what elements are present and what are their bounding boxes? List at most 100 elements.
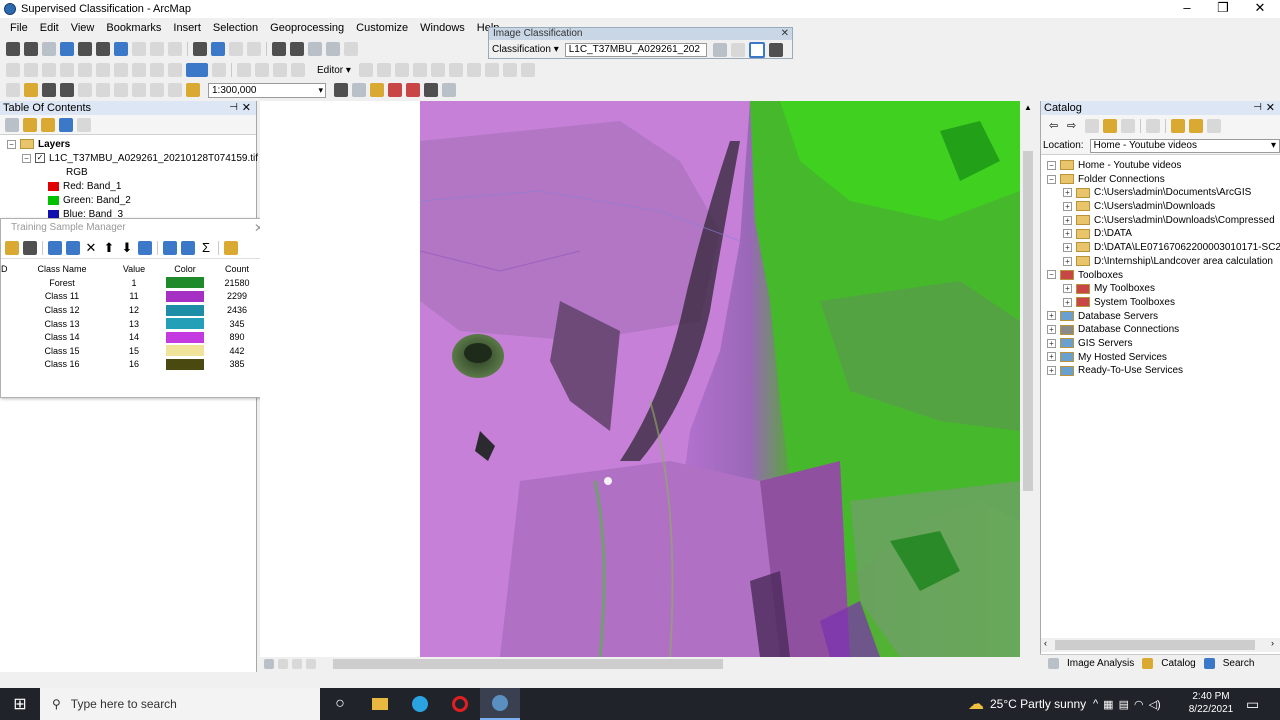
tab-catalog[interactable]: Catalog (1140, 658, 1196, 669)
fixed-zoom-out-icon[interactable] (96, 42, 110, 56)
find-icon[interactable] (272, 42, 286, 56)
expand-icon[interactable]: + (1047, 352, 1056, 362)
copy-icon[interactable] (96, 83, 110, 97)
expand-icon[interactable]: + (1063, 201, 1072, 211)
connect-folder-icon[interactable] (1171, 119, 1185, 133)
menu-file[interactable]: File (4, 22, 34, 34)
map-scale-input[interactable]: 1:300,000 (208, 82, 326, 98)
data-view-icon[interactable] (264, 659, 274, 669)
notifications-icon[interactable]: ▭ (1246, 696, 1259, 713)
catalog-item[interactable]: + My Toolboxes (1041, 282, 1280, 296)
menu-customize[interactable]: Customize (350, 22, 414, 34)
back-extent-icon[interactable] (114, 42, 128, 56)
reset-class-values-icon[interactable] (138, 240, 152, 255)
back-icon[interactable]: ⇦ (1049, 119, 1063, 133)
training-sample-row[interactable]: Class 16 16 385 (1, 358, 263, 372)
expand-icon[interactable]: + (1047, 325, 1056, 335)
merge-classes-icon[interactable] (48, 240, 62, 255)
statistics-icon[interactable]: Σ (199, 241, 213, 255)
measure-icon[interactable] (247, 42, 261, 56)
move-up-icon[interactable]: ⬆ (102, 241, 116, 255)
weather-icon[interactable]: ☁ (968, 694, 984, 714)
layout-view-icon[interactable] (278, 659, 288, 669)
pin-icon[interactable]: ⊣ (229, 101, 238, 115)
location-dropdown[interactable]: Home - Youtube videos (1089, 138, 1280, 153)
select-training-sample-icon[interactable] (768, 42, 783, 57)
save-training-samples-icon[interactable] (23, 240, 37, 255)
close-icon[interactable]: ✕ (1266, 101, 1275, 115)
catalog-item[interactable]: − Toolboxes (1041, 269, 1280, 283)
expand-icon[interactable]: + (1063, 215, 1072, 225)
hyperlink-icon[interactable] (326, 42, 340, 56)
select-elements-icon[interactable] (150, 42, 164, 56)
histograms-icon[interactable] (730, 42, 745, 57)
catalog-item[interactable]: + Database Servers (1041, 310, 1280, 324)
expand-icon[interactable]: + (1063, 242, 1072, 252)
catalog-item[interactable]: − Folder Connections (1041, 173, 1280, 187)
paste-icon[interactable] (114, 83, 128, 97)
editor-toolbar-icon[interactable] (334, 83, 348, 97)
refresh-icon[interactable] (292, 659, 302, 669)
expand-icon[interactable]: − (1047, 270, 1056, 280)
training-sample-row[interactable]: Class 13 13 345 (1, 317, 263, 331)
expand-icon[interactable]: − (1047, 174, 1056, 184)
pan-icon[interactable] (42, 42, 56, 56)
zoom-out-icon[interactable] (24, 42, 38, 56)
minimize-button[interactable]: – (1169, 0, 1205, 16)
menu-geoprocessing[interactable]: Geoprocessing (264, 22, 350, 34)
identify-icon[interactable] (211, 42, 225, 56)
class-color-swatch[interactable] (166, 277, 204, 289)
weather-text[interactable]: 25°C Partly sunny (990, 697, 1086, 711)
cortana-icon[interactable]: ○ (320, 688, 360, 720)
class-color-swatch[interactable] (166, 318, 204, 330)
draw-polygon-icon[interactable] (748, 41, 765, 58)
delete-icon[interactable] (132, 83, 146, 97)
catalog-item[interactable]: + Database Connections (1041, 323, 1280, 337)
menu-windows[interactable]: Windows (414, 22, 471, 34)
map-vertical-scrollbar[interactable]: ▲ (1021, 101, 1035, 657)
class-color-swatch[interactable] (166, 331, 204, 343)
training-sample-row[interactable]: Class 15 15 442 (1, 344, 263, 358)
fixed-zoom-in-icon[interactable] (78, 42, 92, 56)
python-icon[interactable] (424, 83, 438, 97)
table-of-contents-icon[interactable] (352, 83, 366, 97)
satellite-image[interactable] (420, 101, 1020, 657)
network-icon[interactable]: ▦ (1103, 698, 1113, 711)
menu-insert[interactable]: Insert (167, 22, 207, 34)
list-by-drawing-order-icon[interactable] (5, 117, 19, 132)
catalog-item[interactable]: + C:\Users\admin\Documents\ArcGIS (1041, 186, 1280, 200)
menu-bookmarks[interactable]: Bookmarks (100, 22, 167, 34)
maximize-button[interactable]: ❐ (1205, 0, 1241, 16)
classification-dropdown[interactable]: Classification ▾ (492, 44, 559, 55)
class-color-swatch[interactable] (166, 358, 204, 370)
full-extent-icon[interactable] (60, 42, 74, 56)
catalog-item[interactable]: + System Toolboxes (1041, 296, 1280, 310)
taskbar-search-box[interactable]: ⚲ Type here to search (40, 688, 320, 720)
menu-selection[interactable]: Selection (207, 22, 264, 34)
catalog-item[interactable]: +D:\DATA\LE07167062200003010171-SC20200 (1041, 241, 1280, 255)
model-builder-icon[interactable] (442, 83, 456, 97)
new-document-icon[interactable] (6, 83, 20, 97)
show-hidden-icons-icon[interactable]: ^ (1093, 698, 1098, 710)
search-window-icon[interactable] (388, 83, 402, 97)
disconnect-folder-icon[interactable] (1189, 119, 1203, 133)
toggle-contents-icon[interactable] (1121, 119, 1135, 133)
telegram-icon[interactable] (400, 688, 440, 720)
training-sample-row[interactable]: Class 14 14 890 (1, 330, 263, 344)
opera-icon[interactable] (440, 688, 480, 720)
move-down-icon[interactable]: ⬇ (120, 241, 134, 255)
split-class-icon[interactable] (66, 240, 80, 255)
catalog-item[interactable]: − Home - Youtube videos (1041, 159, 1280, 173)
home-icon[interactable] (1103, 119, 1117, 133)
tab-search[interactable]: Search (1202, 658, 1254, 669)
training-sample-row[interactable]: Class 12 12 2436 (1, 303, 263, 317)
training-sample-manager-icon[interactable] (712, 42, 727, 57)
class-color-swatch[interactable] (166, 290, 204, 302)
catalog-item[interactable]: + D:\Internship\Landcover area calculatio… (1041, 255, 1280, 269)
layers-group[interactable]: − Layers (0, 138, 256, 152)
tab-image-analysis[interactable]: Image Analysis (1046, 658, 1134, 669)
catalog-item[interactable]: + GIS Servers (1041, 337, 1280, 351)
forward-extent-icon[interactable] (132, 42, 146, 56)
undo-icon[interactable] (150, 83, 164, 97)
pin-icon[interactable]: ⊣ (1253, 101, 1262, 115)
